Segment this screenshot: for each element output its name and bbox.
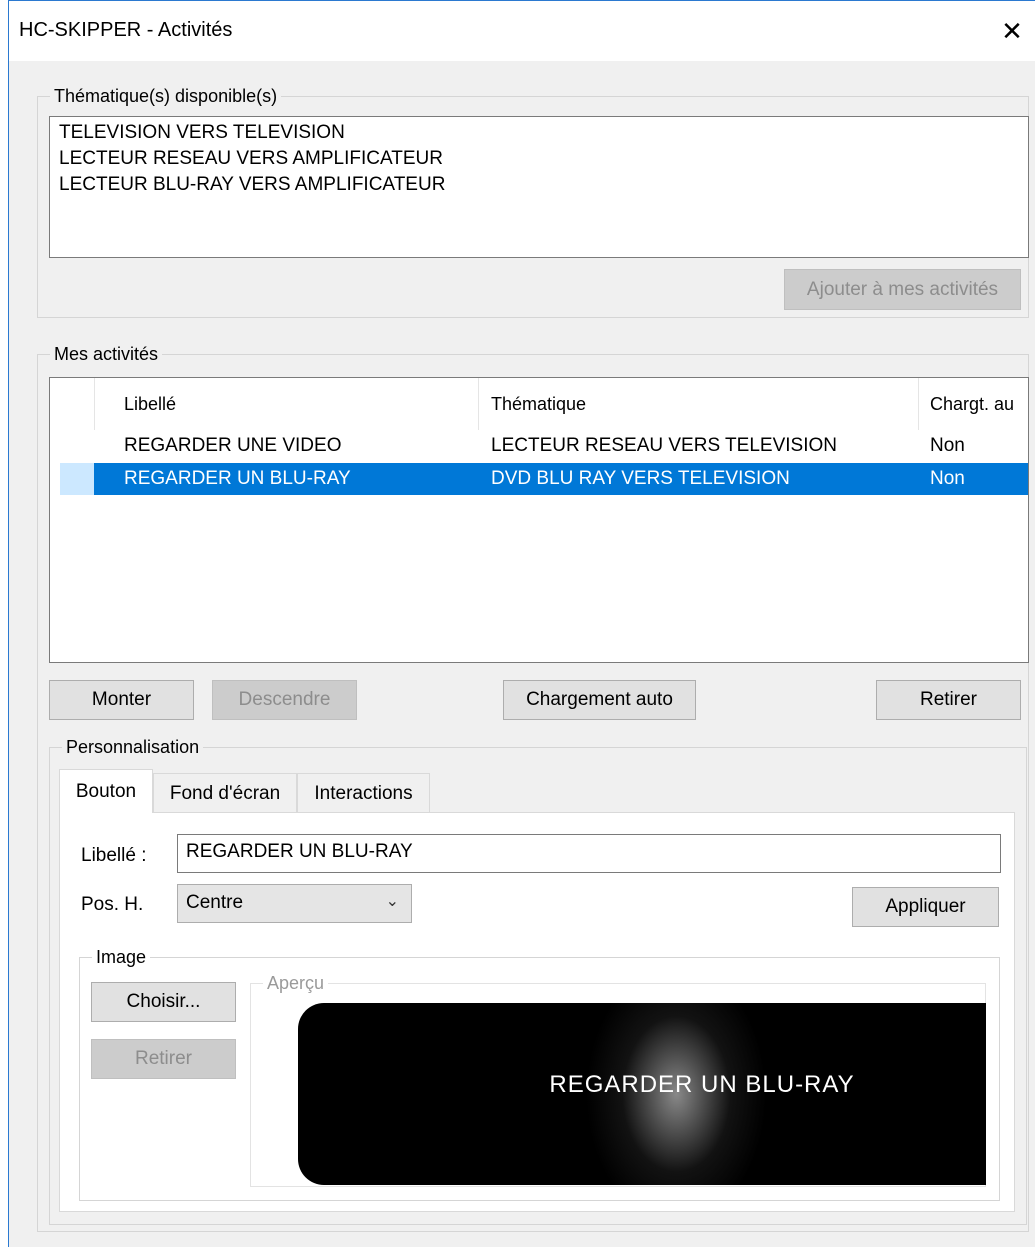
pos-h-caption: Pos. H.	[81, 894, 144, 915]
listview-header: Libellé Thématique Chargt. au	[50, 378, 1028, 430]
add-to-activities-button[interactable]: Ajouter à mes activités	[784, 269, 1021, 310]
activities-dialog: HC-SKIPPER - Activités ✕ Thématique(s) d…	[8, 0, 1035, 1247]
tab-interactions[interactable]: Interactions	[297, 773, 430, 813]
row-label: REGARDER UN BLU-RAY	[124, 468, 351, 489]
preview-button-image: REGARDER UN BLU-RAY	[298, 1003, 986, 1185]
column-header-autoload[interactable]: Chargt. au	[930, 394, 1014, 415]
chevron-down-icon: ⌄	[385, 893, 399, 910]
pos-h-select[interactable]: Centre ⌄	[177, 884, 412, 923]
preview-text: REGARDER UN BLU-RAY	[549, 1071, 855, 1098]
list-item[interactable]: LECTEUR RESEAU VERS AMPLIFICATEUR	[59, 146, 443, 172]
remove-image-button[interactable]: Retirer	[91, 1039, 236, 1079]
tab-strip: Bouton Fond d'écran Interactions	[59, 769, 439, 813]
activities-listview[interactable]: Libellé Thématique Chargt. au REGARDER U…	[49, 377, 1029, 663]
label-field[interactable]: REGARDER UN BLU-RAY	[177, 834, 1001, 873]
close-icon[interactable]: ✕	[989, 1, 1035, 61]
column-separator	[918, 378, 919, 430]
row-autoload: Non	[930, 435, 965, 456]
tab-button[interactable]: Bouton	[59, 769, 153, 813]
title-bar: HC-SKIPPER - Activités ✕	[9, 1, 1035, 61]
row-theme: DVD BLU RAY VERS TELEVISION	[491, 468, 790, 489]
row-label: REGARDER UNE VIDEO	[124, 435, 342, 456]
personalisation-label: Personnalisation	[62, 736, 204, 758]
move-down-button[interactable]: Descendre	[212, 680, 357, 720]
list-item[interactable]: TELEVISION VERS TELEVISION	[59, 120, 345, 146]
table-row[interactable]: REGARDER UN BLU-RAY DVD BLU RAY VERS TEL…	[50, 463, 1028, 495]
tab-panel-button: Libellé : REGARDER UN BLU-RAY Pos. H. Ce…	[59, 812, 1015, 1212]
available-themes-label: Thématique(s) disponible(s)	[50, 85, 282, 107]
column-separator	[94, 378, 95, 430]
row-autoload: Non	[930, 468, 965, 489]
list-item[interactable]: LECTEUR BLU-RAY VERS AMPLIFICATEUR	[59, 172, 445, 198]
pos-h-value: Centre	[186, 892, 244, 913]
table-row[interactable]: REGARDER UNE VIDEO LECTEUR RESEAU VERS T…	[50, 430, 1028, 462]
available-themes-list[interactable]: TELEVISION VERS TELEVISION LECTEUR RESEA…	[49, 116, 1029, 258]
row-focus-stub	[60, 463, 94, 495]
row-theme: LECTEUR RESEAU VERS TELEVISION	[491, 435, 837, 456]
column-header-label[interactable]: Libellé	[124, 394, 176, 415]
label-caption: Libellé :	[81, 845, 147, 866]
column-header-theme[interactable]: Thématique	[491, 394, 586, 415]
preview-group-label: Aperçu	[263, 972, 329, 994]
image-group-label: Image	[92, 946, 151, 968]
my-activities-label: Mes activités	[50, 343, 163, 365]
preview-canvas: REGARDER UN BLU-RAY	[260, 1003, 986, 1185]
choose-image-button[interactable]: Choisir...	[91, 982, 236, 1022]
apply-button[interactable]: Appliquer	[852, 887, 999, 927]
column-separator	[478, 378, 479, 430]
auto-load-button[interactable]: Chargement auto	[503, 680, 696, 720]
tab-wallpaper[interactable]: Fond d'écran	[153, 773, 297, 813]
remove-activity-button[interactable]: Retirer	[876, 680, 1021, 720]
move-up-button[interactable]: Monter	[49, 680, 194, 720]
window-title: HC-SKIPPER - Activités	[19, 19, 233, 41]
